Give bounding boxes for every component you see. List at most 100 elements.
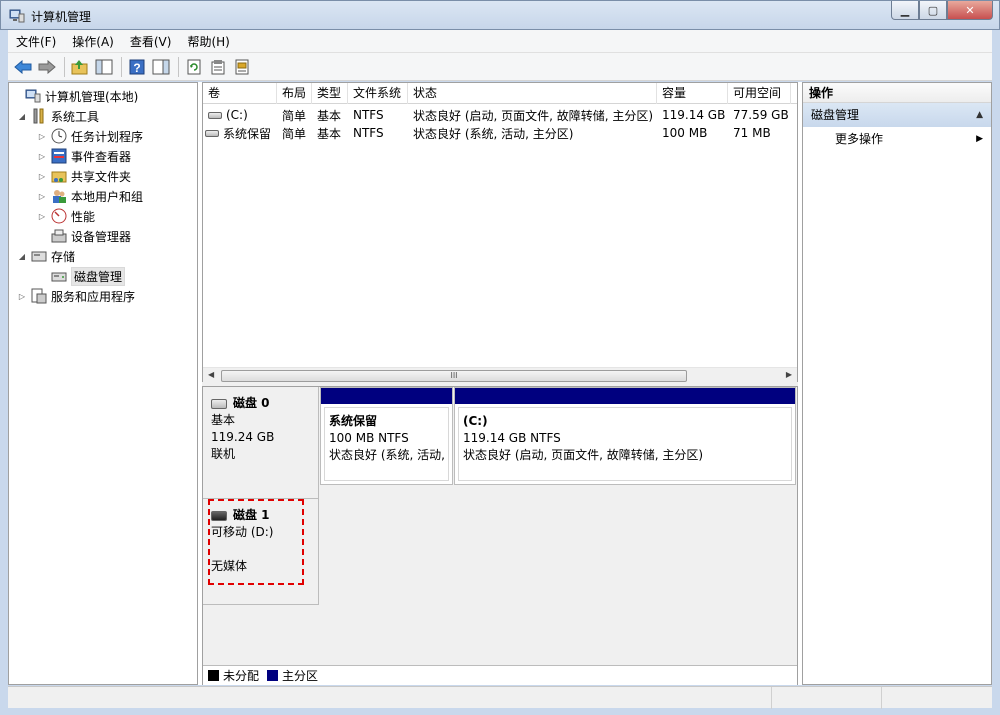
layout-cell: 简单	[282, 108, 307, 123]
up-folder-icon	[71, 59, 88, 74]
minimize-icon: ▁	[900, 3, 910, 17]
menu-file[interactable]: 文件(F)	[8, 33, 64, 50]
column-header-capacity[interactable]: 容量	[657, 83, 728, 104]
filesystem-cell: NTFS	[353, 126, 384, 140]
close-button[interactable]: ✕	[947, 1, 993, 20]
tree-label: 设备管理器	[71, 229, 132, 244]
horizontal-scrollbar[interactable]: ◀ III ▶	[203, 367, 797, 383]
tree-item-performance[interactable]: ▷ 性能	[37, 206, 95, 226]
partition-status: 状态良好 (系统, 活动,	[329, 448, 445, 462]
more-actions-item[interactable]: 更多操作 ▶	[803, 127, 991, 151]
menu-help[interactable]: 帮助(H)	[179, 33, 237, 50]
menu-action[interactable]: 操作(A)	[64, 33, 122, 50]
back-button[interactable]	[12, 56, 34, 78]
tree-item-local-users[interactable]: ▷ 本地用户和组	[37, 186, 143, 206]
status-cell-3	[882, 687, 992, 709]
toolbar: ?	[8, 53, 992, 81]
performance-icon	[51, 208, 67, 224]
back-arrow-icon	[14, 59, 32, 74]
type-cell: 基本	[317, 108, 342, 123]
scroll-thumb[interactable]: III	[221, 370, 687, 382]
column-header-filesystem[interactable]: 文件系统	[348, 83, 408, 104]
collapsed-arrow-icon[interactable]: ▷	[37, 192, 47, 201]
partition-c[interactable]: (C:) 119.14 GB NTFS 状态良好 (启动, 页面文件, 故障转储…	[454, 387, 796, 485]
navigation-tree: 计算机管理(本地) ◢ 系统工具 ▷ 任务计划程序 ▷ 事件查看器 ▷ 共享文件…	[8, 82, 198, 685]
primary-partition-bar	[455, 388, 795, 404]
partition-size: 119.14 GB NTFS	[463, 431, 561, 445]
collapse-up-icon[interactable]: ▲	[976, 103, 983, 127]
column-header-status[interactable]: 状态	[408, 83, 657, 104]
submenu-arrow-icon: ▶	[976, 134, 983, 144]
column-header-type[interactable]: 类型	[312, 83, 348, 104]
column-header-free-space[interactable]: 可用空间	[728, 83, 791, 104]
scroll-right-icon[interactable]: ▶	[786, 370, 792, 379]
tree-label: 服务和应用程序	[51, 289, 136, 304]
expanded-arrow-icon[interactable]: ◢	[17, 112, 27, 121]
collapsed-arrow-icon[interactable]: ▷	[37, 152, 47, 161]
partition-system-reserved[interactable]: 系统保留 100 MB NTFS 状态良好 (系统, 活动,	[320, 387, 453, 485]
main-area: 计算机管理(本地) ◢ 系统工具 ▷ 任务计划程序 ▷ 事件查看器 ▷ 共享文件…	[8, 82, 992, 685]
help-button[interactable]: ?	[126, 56, 148, 78]
column-header-layout[interactable]: 布局	[277, 83, 312, 104]
partition-name: 系统保留	[329, 414, 378, 428]
disk-settings-button[interactable]	[231, 56, 253, 78]
status-cell: 状态良好 (系统, 活动, 主分区)	[413, 126, 574, 141]
status-cell-2	[772, 687, 882, 709]
tree-label: 计算机管理(本地)	[45, 89, 139, 104]
legend: 未分配 主分区	[203, 665, 797, 685]
minimize-button[interactable]: ▁	[891, 1, 919, 20]
tree-item-storage[interactable]: ◢ 存储	[17, 246, 75, 266]
maximize-button[interactable]: ▢	[919, 1, 947, 20]
menu-bar: 文件(F) 操作(A) 查看(V) 帮助(H)	[8, 30, 992, 53]
refresh-button[interactable]	[183, 56, 205, 78]
table-row[interactable]: 系统保留 简单 基本 NTFS 状态良好 (系统, 活动, 主分区) 100 M…	[203, 124, 791, 142]
show-hide-action-pane-button[interactable]	[150, 56, 172, 78]
tree-item-root[interactable]: 计算机管理(本地)	[11, 86, 138, 106]
disk-graph-view: 磁盘 0 基本 119.24 GB 联机 系统保留 100 MB NTFS 状态…	[202, 386, 798, 685]
tree-item-task-scheduler[interactable]: ▷ 任务计划程序	[37, 126, 143, 146]
disk-status: 联机	[211, 447, 236, 461]
show-hide-tree-button[interactable]	[93, 56, 115, 78]
column-header-volume[interactable]: 卷	[203, 83, 277, 104]
properties-button[interactable]	[207, 56, 229, 78]
collapsed-arrow-icon[interactable]: ▷	[37, 132, 47, 141]
actions-section-disk-management[interactable]: 磁盘管理 ▲	[803, 103, 991, 127]
action-pane-icon	[152, 59, 170, 74]
disk-0-label[interactable]: 磁盘 0 基本 119.24 GB 联机	[203, 387, 319, 499]
toolbar-separator	[64, 56, 65, 77]
maximize-icon: ▢	[927, 3, 939, 17]
table-row[interactable]: (C:) 简单 基本 NTFS 状态良好 (启动, 页面文件, 故障转储, 主分…	[203, 106, 791, 124]
type-cell: 基本	[317, 126, 342, 141]
tree-item-services-apps[interactable]: ▷ 服务和应用程序	[17, 286, 135, 306]
more-actions-label: 更多操作	[835, 132, 884, 146]
actions-header: 操作	[803, 83, 991, 103]
refresh-icon	[187, 59, 201, 74]
volume-name: (C:)	[226, 108, 248, 122]
forward-button[interactable]	[36, 56, 58, 78]
event-viewer-icon	[51, 148, 67, 164]
tree-item-event-viewer[interactable]: ▷ 事件查看器	[37, 146, 131, 166]
tree-item-shared-folders[interactable]: ▷ 共享文件夹	[37, 166, 131, 186]
scroll-left-icon[interactable]: ◀	[208, 370, 214, 379]
tree-item-device-manager[interactable]: 设备管理器	[37, 226, 131, 246]
menu-view[interactable]: 查看(V)	[122, 33, 180, 50]
primary-swatch	[267, 670, 279, 681]
show-hide-tree-icon	[95, 59, 113, 74]
device-manager-icon	[51, 229, 67, 243]
shared-folder-icon	[51, 171, 67, 183]
tree-item-disk-management[interactable]: 磁盘管理	[37, 266, 126, 286]
volume-list-header: 卷 布局 类型 文件系统 状态 容量 可用空间	[203, 83, 797, 104]
disk-settings-icon	[235, 59, 249, 74]
toolbar-separator	[121, 56, 122, 77]
up-level-button[interactable]	[69, 56, 91, 78]
primary-partition-bar	[321, 388, 452, 404]
collapsed-arrow-icon[interactable]: ▷	[37, 212, 47, 221]
tree-label: 任务计划程序	[71, 129, 144, 144]
section-label: 磁盘管理	[811, 108, 860, 122]
clock-icon	[51, 128, 67, 144]
expanded-arrow-icon[interactable]: ◢	[17, 252, 27, 261]
tree-item-system-tools[interactable]: ◢ 系统工具	[17, 106, 99, 126]
collapsed-arrow-icon[interactable]: ▷	[37, 172, 47, 181]
collapsed-arrow-icon[interactable]: ▷	[17, 292, 27, 301]
capacity-cell: 119.14 GB	[662, 108, 726, 122]
